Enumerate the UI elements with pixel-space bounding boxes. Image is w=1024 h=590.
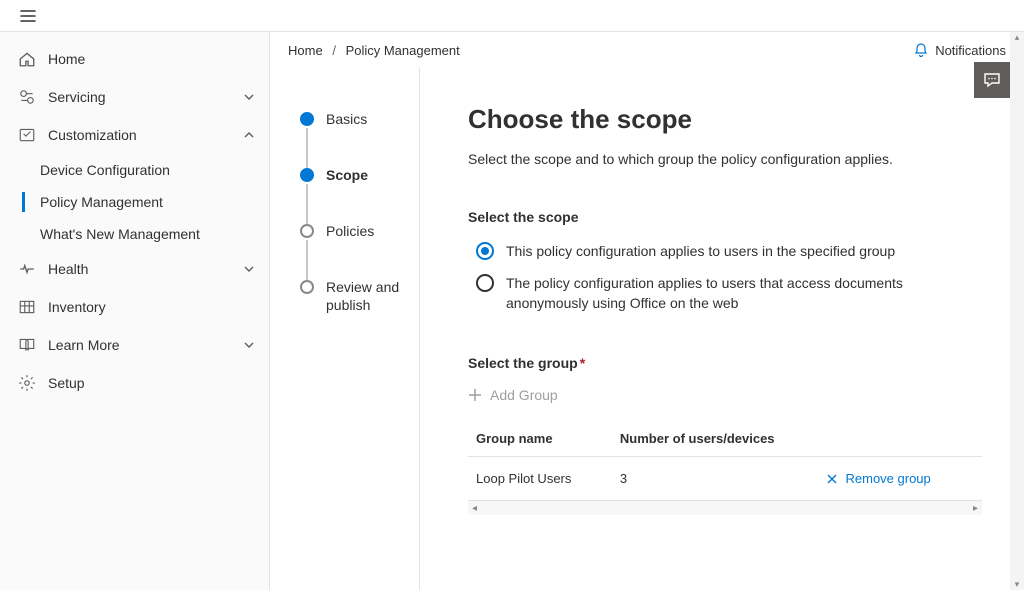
breadcrumb-home-link[interactable]: Home [288,43,323,58]
table-row: Loop Pilot Users 3 Remove group [468,457,982,501]
sidebar-item-learn-more[interactable]: Learn More [0,326,269,364]
remove-group-label: Remove group [846,471,931,486]
customization-icon [18,126,36,144]
bell-icon [913,42,929,58]
hamburger-menu-button[interactable] [8,0,48,32]
sidebar-item-servicing[interactable]: Servicing [0,78,269,116]
remove-group-button[interactable]: Remove group [826,471,975,486]
sidebar-sublabel-whats-new: What's New Management [40,226,200,242]
table-horizontal-scrollbar[interactable]: ◂▸ [468,501,982,515]
health-icon [18,260,36,278]
main: Home / Policy Management Notifications B… [270,32,1024,590]
step-dot-icon [300,280,314,294]
sidebar-item-home[interactable]: Home [0,40,269,78]
sidebar-item-health[interactable]: Health [0,250,269,288]
page-title: Choose the scope [468,104,982,135]
page-subtitle: Select the scope and to which group the … [468,151,982,167]
scope-section-heading: Select the scope [468,209,982,225]
topbar [0,0,1024,32]
vertical-scrollbar[interactable] [1010,32,1024,590]
step-scope[interactable]: Scope [300,166,419,222]
home-icon [18,50,36,68]
inventory-icon [18,298,36,316]
col-group-name: Group name [468,421,612,457]
cell-count: 3 [612,457,818,501]
chevron-up-icon [243,129,255,141]
content: Choose the scope Select the scope and to… [420,68,1024,590]
sidebar-subitem-policy-management[interactable]: Policy Management [0,186,269,218]
chevron-down-icon [243,91,255,103]
scope-option-anonymous[interactable]: The policy configuration applies to user… [476,273,982,313]
add-group-button[interactable]: Add Group [468,387,982,403]
notifications-button[interactable]: Notifications [913,42,1006,58]
learn-more-icon [18,336,36,354]
hamburger-icon [20,8,36,24]
chevron-down-icon [243,339,255,351]
feedback-icon [983,71,1001,89]
sidebar-item-inventory[interactable]: Inventory [0,288,269,326]
sidebar-label-health: Health [48,261,243,277]
sidebar-label-setup: Setup [48,375,269,391]
sidebar-label-inventory: Inventory [48,299,269,315]
step-dot-icon [300,168,314,182]
col-count: Number of users/devices [612,421,818,457]
sidebar-sublabel-policy-management: Policy Management [40,194,163,210]
cell-group-name: Loop Pilot Users [468,457,612,501]
servicing-icon [18,88,36,106]
close-icon [826,473,838,485]
plus-icon [468,388,482,402]
sidebar-subitem-whats-new[interactable]: What's New Management [0,218,269,250]
sidebar-label-home: Home [48,51,269,67]
feedback-button[interactable] [974,62,1010,98]
notifications-label: Notifications [935,43,1006,58]
setup-icon [18,374,36,392]
group-table: Group name Number of users/devices Loop … [468,421,982,501]
sidebar-label-learn-more: Learn More [48,337,243,353]
content-row: Basics Scope Policies Review and publish [270,68,1024,590]
step-dot-icon [300,112,314,126]
sidebar-label-servicing: Servicing [48,89,243,105]
breadcrumb-current: Policy Management [346,43,460,58]
stepper: Basics Scope Policies Review and publish [270,68,420,590]
breadcrumb-separator: / [332,43,336,58]
sidebar-item-customization[interactable]: Customization [0,116,269,154]
step-basics[interactable]: Basics [300,110,419,166]
radio-icon [476,274,494,292]
step-label-review-publish: Review and publish [326,278,419,314]
chevron-down-icon [243,263,255,275]
table-header-row: Group name Number of users/devices [468,421,982,457]
required-star: * [580,355,585,371]
sidebar-sublabel-device-configuration: Device Configuration [40,162,170,178]
radio-icon [476,242,494,260]
sidebar-label-customization: Customization [48,127,243,143]
step-review-publish[interactable]: Review and publish [300,278,419,318]
step-label-policies: Policies [326,222,374,240]
sidebar-subitem-device-configuration[interactable]: Device Configuration [0,154,269,186]
scope-option-group-label: This policy configuration applies to use… [506,241,895,261]
scope-radio-group: This policy configuration applies to use… [468,241,982,313]
scope-option-group[interactable]: This policy configuration applies to use… [476,241,982,261]
step-label-scope: Scope [326,166,368,184]
add-group-label: Add Group [490,387,558,403]
sidebar-item-setup[interactable]: Setup [0,364,269,402]
step-dot-icon [300,224,314,238]
step-label-basics: Basics [326,110,367,128]
breadcrumb-row: Home / Policy Management Notifications [270,32,1024,68]
breadcrumb: Home / Policy Management [288,43,460,58]
sidebar: Home Servicing Customization Device Conf… [0,32,270,590]
layout: Home Servicing Customization Device Conf… [0,32,1024,590]
step-policies[interactable]: Policies [300,222,419,278]
group-section-heading: Select the group* [468,355,982,371]
scope-option-anonymous-label: The policy configuration applies to user… [506,273,982,313]
